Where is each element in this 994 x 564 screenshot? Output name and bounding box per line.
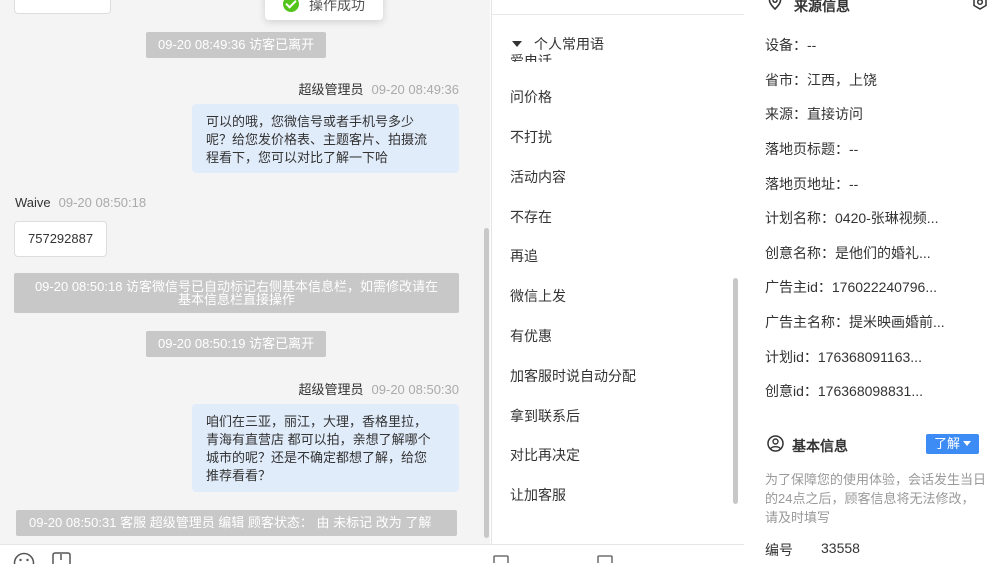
customer-status-dropdown[interactable]: 了解	[926, 434, 979, 454]
status-label: 了解	[934, 436, 960, 451]
system-message: 09-20 08:50:19 访客已离开	[146, 331, 326, 357]
system-message: 09-20 08:50:18 访客微信号已自动标记右侧基本信息栏，如需修改请在 …	[14, 273, 459, 313]
visitor-info-panel: 来源信息 设备：-- 省市：江西，上饶 来源：直接访问 落地页标题：-- 落地页…	[744, 0, 994, 562]
info-advertiser-name: 广告主名称：提米映画婚前...	[765, 312, 945, 332]
phrase-group-header[interactable]: 个人常用语	[512, 34, 604, 54]
system-line: 基本信息栏直接操作	[28, 293, 445, 306]
message-line: 咱们在三亚，丽江，大理，香格里拉，	[206, 413, 445, 431]
info-plan-name: 计划名称：0420-张琳视频...	[765, 208, 938, 228]
divider	[492, 14, 744, 15]
location-pin-icon	[768, 0, 782, 10]
info-device: 设备：--	[765, 35, 816, 55]
phrase-item[interactable]: 再追	[510, 246, 538, 266]
sender-name: 超级管理员	[299, 382, 364, 397]
phrase-item[interactable]: 不打扰	[510, 127, 552, 147]
system-message: 09-20 08:49:36 访客已离开	[146, 32, 326, 58]
message-line: 推荐看看？	[206, 467, 445, 485]
common-phrases-panel: 爱电话 个人常用语 问价格 不打扰 活动内容 不存在 再追 微信上发 有优惠 加…	[491, 0, 745, 544]
serial-label: 编号	[765, 540, 793, 560]
system-message: 09-20 08:50:31 客服 超级管理员 编辑 顾客状态： 由 未标记 改…	[16, 510, 457, 536]
info-creative-id: 创意id：176368098831...	[765, 381, 923, 401]
emoji-icon[interactable]	[13, 552, 35, 564]
agent-message-bubble: 咱们在三亚，丽江，大理，香格里拉， 青海有直营店 都可以拍，亲想了解哪个 城市的…	[192, 404, 459, 492]
basic-info-notice: 为了保障您的使用体验，会话发生当日的24点之后，顾客信息将无法修改，请及时填写	[765, 470, 987, 527]
message-sender: 超级管理员 09-20 08:50:30	[299, 379, 459, 398]
info-advertiser-id: 广告主id：176022240796...	[765, 277, 937, 297]
chat-panel: 09-20 08:49:36 访客已离开 超级管理员 09-20 08:49:36…	[0, 0, 490, 544]
phrase-item[interactable]: 微信上发	[510, 286, 566, 306]
caret-down-icon	[963, 441, 971, 446]
phrase-item[interactable]: 不存在	[510, 207, 552, 227]
basic-info-title: 基本信息	[792, 436, 848, 456]
message-time: 09-20 08:50:18	[59, 195, 146, 210]
phrase-item[interactable]: 让加客服	[510, 485, 566, 505]
info-creative-name: 创意名称：是他们的婚礼...	[765, 243, 931, 263]
message-sender: 超级管理员 09-20 08:49:36	[299, 79, 459, 98]
success-toast: 操作成功	[265, 0, 383, 20]
phrase-item[interactable]: 有优惠	[510, 326, 552, 346]
image-icon[interactable]	[52, 552, 72, 564]
phrase-group-title: 个人常用语	[534, 36, 604, 52]
message-line: 呢？给您发价格表、主题客片、拍摄流	[206, 131, 445, 149]
phrase-item[interactable]: 加客服时说自动分配	[510, 366, 636, 386]
message-sender: Waive 09-20 08:50:18	[15, 195, 146, 210]
previous-message-bubble	[14, 0, 111, 14]
chat-scrollbar[interactable]	[484, 228, 489, 538]
info-landing-title: 落地页标题：--	[765, 139, 858, 159]
message-time: 09-20 08:49:36	[372, 82, 459, 97]
caret-down-icon	[512, 41, 522, 47]
sender-name: 超级管理员	[299, 82, 364, 97]
toast-text: 操作成功	[309, 0, 365, 13]
phrase-item[interactable]: 活动内容	[510, 167, 566, 187]
phrases-scrollbar[interactable]	[733, 278, 738, 504]
input-toolbar	[0, 544, 745, 563]
source-info-title: 来源信息	[794, 0, 850, 16]
message-line: 城市的呢？还是不确定都想了解，给您	[206, 449, 445, 467]
info-region: 省市：江西，上饶	[765, 70, 877, 90]
sender-name: Waive	[15, 195, 51, 210]
message-line: 青海有直营店 都可以拍，亲想了解哪个	[206, 431, 445, 449]
phrase-item[interactable]: 拿到联系后	[510, 406, 580, 426]
agent-message-bubble: 可以的哦，您微信号或者手机号多少 呢？给您发价格表、主题客片、拍摄流 程看下，您…	[192, 104, 459, 173]
message-line: 可以的哦，您微信号或者手机号多少	[206, 113, 445, 131]
settings-icon[interactable]	[972, 0, 988, 10]
info-plan-id: 计划id：176368091163...	[765, 347, 922, 367]
info-source: 来源：直接访问	[765, 104, 863, 124]
user-circle-icon	[767, 435, 784, 452]
message-time: 09-20 08:50:30	[372, 382, 459, 397]
phrase-item[interactable]: 对比再决定	[510, 445, 580, 465]
info-landing-url: 落地页地址：--	[765, 174, 858, 194]
serial-value: 33558	[821, 540, 860, 556]
visitor-message-bubble: 757292887	[14, 221, 107, 257]
message-line: 程看下，您可以对比了解一下哈	[206, 149, 445, 167]
check-circle-icon	[283, 0, 299, 12]
phrase-item[interactable]: 问价格	[510, 87, 552, 107]
